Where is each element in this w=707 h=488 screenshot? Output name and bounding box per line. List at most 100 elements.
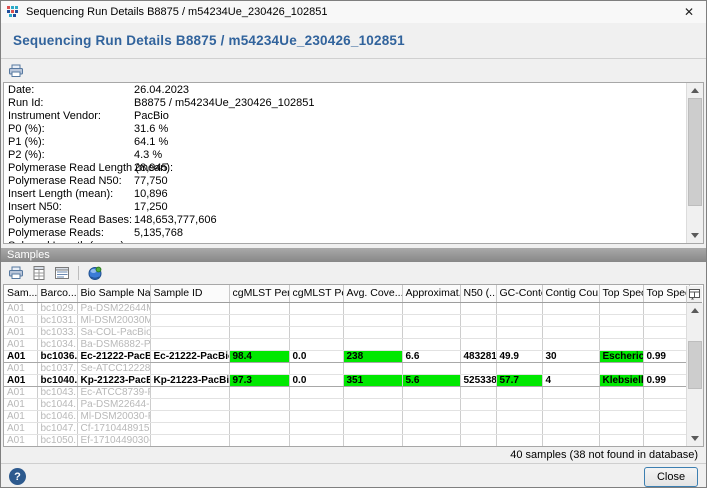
samples-table-area: Sam...Barco...Bio Sample NameSample IDcg… [3, 284, 704, 447]
table-cell: 49.9 [496, 350, 542, 362]
table-view-icon[interactable] [30, 264, 48, 282]
table-cell: 0.99 [643, 374, 689, 386]
table-cell: bc1050... [37, 434, 77, 446]
table-cell [402, 326, 460, 338]
detail-value: 4.3 % [134, 149, 162, 161]
close-icon[interactable]: ✕ [672, 1, 706, 23]
samples-count-status: 40 samples (38 not found in database) [1, 447, 706, 463]
samples-toolbar [1, 262, 706, 284]
scroll-up-icon[interactable] [687, 83, 703, 98]
close-button[interactable]: Close [644, 467, 698, 487]
table-cell [460, 362, 496, 374]
scroll-up-icon[interactable] [687, 303, 703, 318]
table-row[interactable]: A01bc1036...Ec-21222-PacBioEc-21222-PacB… [4, 350, 689, 362]
table-cell: A01 [4, 314, 37, 326]
print-icon[interactable] [7, 62, 25, 80]
scrollbar-thumb[interactable] [688, 98, 702, 206]
table-cell [150, 398, 229, 410]
table-cell [460, 314, 496, 326]
table-cell: bc1036... [37, 350, 77, 362]
table-row[interactable]: A01bc1043...Ec-ATCC8739-PacBio [4, 386, 689, 398]
table-cell [460, 434, 496, 446]
table-cell [343, 326, 402, 338]
column-header[interactable]: Contig Cou... [542, 285, 599, 302]
table-row[interactable]: A01bc1050...Ef-1710449030-Pa... [4, 434, 689, 446]
table-cell: Ml-DSM20030Mona... [77, 314, 150, 326]
column-header[interactable]: Sample ID [150, 285, 229, 302]
table-cell: 30 [542, 350, 599, 362]
column-header[interactable]: Bio Sample Name [77, 285, 150, 302]
table-cell [643, 314, 689, 326]
table-row[interactable]: A01bc1033...Sa-COL-PacBio [4, 326, 689, 338]
column-header[interactable]: Sam... [4, 285, 37, 302]
table-cell: Ml-DSM20030-PacBio [77, 410, 150, 422]
table-row[interactable]: A01bc1047...Cf-17104489153-... [4, 422, 689, 434]
column-header[interactable]: Approximat... [402, 285, 460, 302]
table-cell [599, 398, 643, 410]
scroll-down-icon[interactable] [687, 431, 703, 446]
column-header[interactable]: Avg. Cove... [343, 285, 402, 302]
table-cell: 4832812 [460, 350, 496, 362]
table-cell: 0.0 [289, 350, 343, 362]
detail-row: Instrument Vendor:PacBio [4, 109, 686, 122]
table-cell: 351 [343, 374, 402, 386]
detail-label: Run Id: [8, 97, 134, 109]
table-cell [150, 314, 229, 326]
detail-row: Subread Length (mean): [4, 239, 686, 244]
column-header[interactable]: cgMLST Perc. ... [229, 285, 289, 302]
table-cell: Ec-ATCC8739-PacBio [77, 386, 150, 398]
column-config-icon[interactable] [686, 286, 702, 303]
column-header[interactable]: Barco... [37, 285, 77, 302]
table-row[interactable]: A01bc1046...Ml-DSM20030-PacBio [4, 410, 689, 422]
table-cell: 98.4 [229, 350, 289, 362]
table-row[interactable]: A01bc1031...Ml-DSM20030Mona... [4, 314, 689, 326]
scrollbar-thumb[interactable] [688, 341, 702, 389]
list-view-icon[interactable] [53, 264, 71, 282]
detail-value: 5,135,768 [134, 227, 183, 239]
detail-row: Run Id:B8875 / m54234Ue_230426_102851 [4, 96, 686, 109]
print-icon[interactable] [7, 264, 25, 282]
column-header[interactable]: N50 (... [460, 285, 496, 302]
table-row[interactable]: A01bc1040...Kp-21223-PacBioKp-21223-PacB… [4, 374, 689, 386]
help-icon[interactable]: ? [9, 468, 26, 485]
detail-label: Polymerase Reads: [8, 227, 134, 239]
table-cell: A01 [4, 374, 37, 386]
detail-value: 148,653,777,606 [134, 214, 217, 226]
table-cell [289, 386, 343, 398]
column-header[interactable]: GC-Conte... [496, 285, 542, 302]
table-row[interactable]: A01bc1034...Ba-DSM6882-PacBio [4, 338, 689, 350]
detail-label: Polymerase Read Bases: [8, 214, 134, 226]
table-cell [289, 302, 343, 314]
table-cell [229, 326, 289, 338]
table-row[interactable]: A01bc1044...Pa-DSM22644-PacBio [4, 398, 689, 410]
table-cell: Pa-DSM22644-PacBio [77, 398, 150, 410]
column-header[interactable]: Top Spec... [599, 285, 643, 302]
table-cell: bc1040... [37, 374, 77, 386]
table-cell [402, 338, 460, 350]
scroll-down-icon[interactable] [687, 228, 703, 243]
column-header[interactable]: cgMLST Perc ... [289, 285, 343, 302]
table-row[interactable]: A01bc1029...Pa-DSM22644Mon... [4, 302, 689, 314]
table-cell [402, 314, 460, 326]
table-cell [496, 434, 542, 446]
table-cell: 6.6 [402, 350, 460, 362]
table-cell: A01 [4, 362, 37, 374]
table-cell [643, 398, 689, 410]
table-cell [542, 314, 599, 326]
table-scrollbar[interactable] [686, 303, 703, 446]
detail-label: Polymerase Read Length (mean): [8, 162, 134, 174]
page-title: Sequencing Run Details B8875 / m54234Ue_… [13, 33, 405, 48]
details-scrollbar[interactable] [686, 83, 703, 243]
table-cell [542, 338, 599, 350]
database-icon[interactable] [86, 264, 104, 282]
table-cell [496, 338, 542, 350]
details-toolbar [1, 59, 706, 82]
table-cell [496, 398, 542, 410]
table-cell: bc1034... [37, 338, 77, 350]
table-row[interactable]: A01bc1037...Se-ATCC12228-Pa... [4, 362, 689, 374]
table-cell: Ec-21222-PacBio [150, 350, 229, 362]
column-header[interactable]: Top Spec... [643, 285, 689, 302]
table-cell [643, 434, 689, 446]
table-cell: Cf-17104489153-... [77, 422, 150, 434]
samples-section-header: Samples [1, 248, 706, 262]
